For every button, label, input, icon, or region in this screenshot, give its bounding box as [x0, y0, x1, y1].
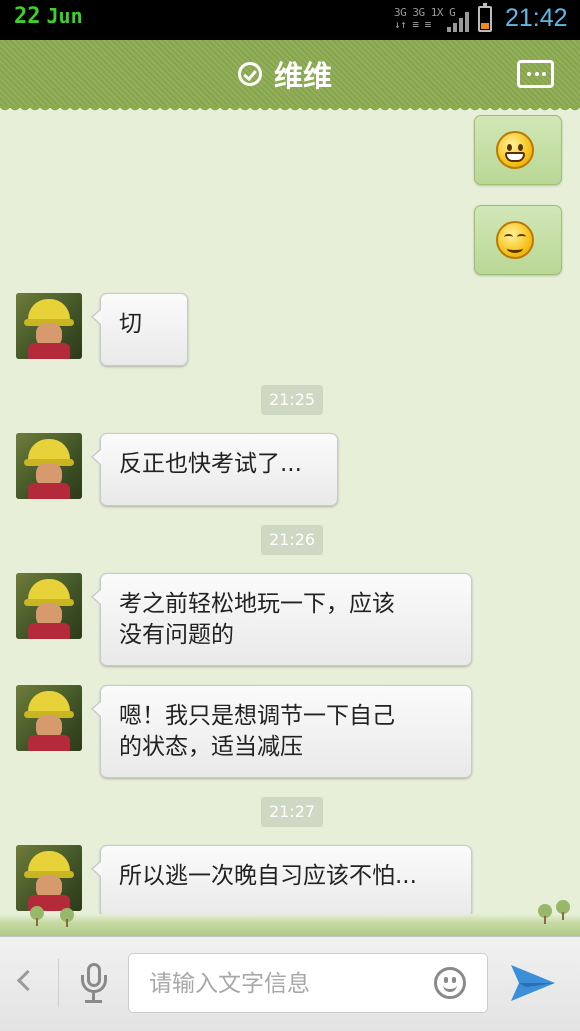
more-button[interactable]	[517, 60, 554, 88]
avatar[interactable]	[16, 685, 82, 751]
smiley-icon[interactable]	[434, 967, 466, 999]
message-bubble-received[interactable]: 嗯！我只是想调节一下自己 的状态，适当减压	[91, 685, 472, 778]
status-month: Jun	[46, 4, 83, 28]
avatar[interactable]	[16, 845, 82, 911]
message-bubble-received[interactable]: 切	[91, 293, 188, 366]
status-time: 21:42	[505, 4, 568, 32]
send-paper-plane-icon[interactable]	[508, 961, 558, 1005]
message-timestamp: 21:25	[261, 385, 324, 415]
battery-icon	[478, 3, 492, 32]
message-bubble-received[interactable]: 反正也快考试了...	[91, 433, 338, 506]
status-bar: 22 Jun 3G 3G 1X G ↓↑ ≡ ≡ 21:42	[0, 0, 580, 40]
input-bar	[0, 936, 580, 1031]
message-bubble-sent[interactable]	[474, 205, 562, 275]
more-dots-icon	[527, 72, 531, 76]
chat-title-group[interactable]: 维维	[238, 56, 333, 93]
message-bubble-received[interactable]: 所以逃一次晚自习应该不怕...	[91, 845, 472, 918]
chevron-left-icon[interactable]	[16, 969, 39, 992]
grin-emoji-icon	[496, 131, 534, 169]
avatar[interactable]	[16, 573, 82, 639]
message-timestamp: 21:26	[261, 525, 324, 555]
message-bubble-received[interactable]: 考之前轻松地玩一下，应该 没有问题的	[91, 573, 472, 666]
chat-message-list[interactable]: 切 21:25 反正也快考试了... 21:26 考之前轻松地玩一下，应该 没有…	[0, 108, 580, 934]
message-timestamp: 21:27	[261, 797, 324, 827]
message-input[interactable]	[147, 964, 421, 1004]
chat-title: 维维	[274, 59, 333, 93]
message-input-box[interactable]	[128, 953, 488, 1013]
status-day: 22	[14, 4, 41, 29]
avatar[interactable]	[16, 293, 82, 359]
smirk-wink-emoji-icon	[496, 221, 534, 259]
avatar[interactable]	[16, 433, 82, 499]
message-bubble-sent[interactable]	[474, 115, 562, 185]
chat-header: 维维	[0, 40, 580, 114]
battery-level	[481, 23, 489, 29]
status-date: 22 Jun	[14, 4, 83, 29]
decorative-ground	[0, 900, 580, 936]
divider	[58, 959, 59, 1007]
signal-icon	[447, 10, 471, 32]
check-circle-icon	[238, 62, 262, 86]
microphone-icon[interactable]	[80, 963, 108, 1005]
